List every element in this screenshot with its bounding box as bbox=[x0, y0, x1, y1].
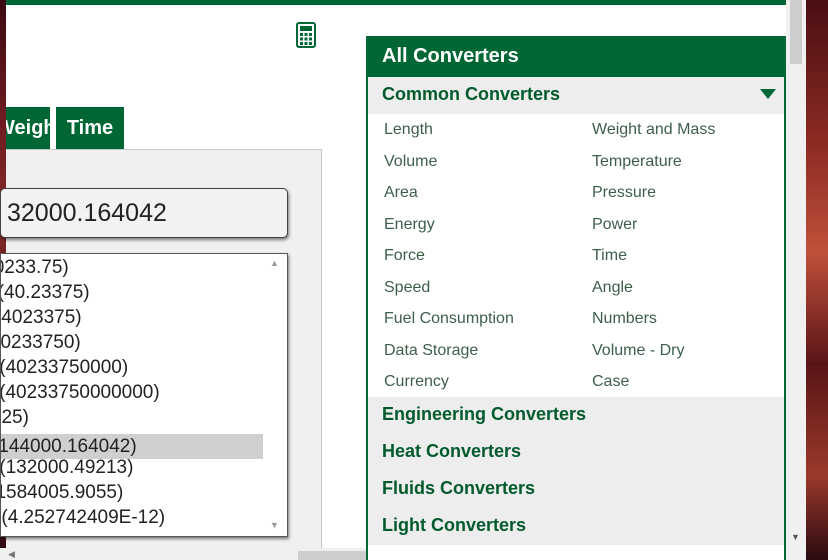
calculator-icon[interactable] bbox=[296, 22, 316, 48]
converter-link-force[interactable]: Force bbox=[384, 247, 425, 265]
converter-link-angle[interactable]: Angle bbox=[592, 279, 633, 297]
tab-time-label: Time bbox=[66, 117, 114, 139]
converter-link-pressure[interactable]: Pressure bbox=[592, 184, 656, 202]
list-item[interactable]: micrometer (40233750000) bbox=[1, 355, 157, 380]
chevron-down-icon[interactable] bbox=[760, 89, 776, 99]
converter-link-power[interactable]: Power bbox=[592, 216, 637, 234]
tab-weight[interactable]: Weight bbox=[6, 107, 50, 149]
background-right bbox=[806, 0, 828, 560]
engineering-converters-header[interactable]: Engineering Converters bbox=[368, 397, 784, 434]
vertical-scrollbar[interactable] bbox=[786, 0, 806, 560]
heat-converters-header[interactable]: Heat Converters bbox=[368, 434, 784, 471]
common-converters-list: Length Volume Area Energy Force Speed Fu… bbox=[368, 114, 784, 397]
list-item[interactable]: millimeter (40233750) bbox=[1, 330, 155, 355]
list-item[interactable]: inch (1584005.9055) bbox=[1, 480, 207, 505]
list-item[interactable]: centimeter (4023375) bbox=[1, 305, 159, 330]
converter-link-fuel-consumption[interactable]: Fuel Consumption bbox=[384, 310, 514, 328]
list-item[interactable]: meter (40233.75) bbox=[1, 255, 181, 280]
converter-link-temperature[interactable]: Temperature bbox=[592, 153, 682, 171]
converter-link-volume-dry[interactable]: Volume - Dry bbox=[592, 342, 684, 360]
list-item[interactable]: light year (4.252742409E-12) bbox=[1, 505, 177, 530]
list-item[interactable]: mile (25) bbox=[1, 405, 213, 430]
list-item[interactable]: yard (132000.49213) bbox=[1, 455, 215, 480]
light-converters-header[interactable]: Light Converters bbox=[368, 508, 784, 545]
list-item[interactable]: nanometer (40233750000000) bbox=[1, 380, 161, 405]
converter-link-area[interactable]: Area bbox=[384, 184, 418, 202]
fluids-converters-header[interactable]: Fluids Converters bbox=[368, 471, 784, 508]
vertical-scroll-thumb[interactable] bbox=[790, 0, 802, 64]
converter-link-speed[interactable]: Speed bbox=[384, 279, 430, 297]
list-item[interactable]: decimeter (40.23375) bbox=[1, 280, 167, 305]
list-scroll-up-icon[interactable]: ▲ bbox=[270, 258, 279, 268]
converter-link-data-storage[interactable]: Data Storage bbox=[384, 342, 478, 360]
tab-weight-label: Weight bbox=[6, 117, 50, 139]
result-value: 32000.164042 bbox=[7, 199, 167, 227]
converter-link-currency[interactable]: Currency bbox=[384, 373, 449, 391]
common-converters-header[interactable]: Common Converters bbox=[368, 77, 784, 114]
converter-link-length[interactable]: Length bbox=[384, 121, 433, 139]
converter-link-time[interactable]: Time bbox=[592, 247, 627, 265]
scroll-left-icon[interactable]: ◀ bbox=[8, 549, 15, 560]
converter-link-volume[interactable]: Volume bbox=[384, 153, 437, 171]
scroll-down-icon[interactable]: ▼ bbox=[791, 532, 800, 542]
list-scroll-down-icon[interactable]: ▼ bbox=[270, 520, 279, 530]
converter-link-energy[interactable]: Energy bbox=[384, 216, 435, 234]
converter-link-case[interactable]: Case bbox=[592, 373, 629, 391]
converter-link-weight-and-mass[interactable]: Weight and Mass bbox=[592, 121, 715, 139]
tab-time[interactable]: Time bbox=[56, 107, 124, 149]
all-converters-title: All Converters bbox=[366, 36, 786, 77]
result-field[interactable]: 32000.164042 bbox=[0, 188, 288, 238]
unit-list[interactable]: meter (40233.75) decimeter (40.23375) ce… bbox=[0, 253, 288, 537]
converter-link-numbers[interactable]: Numbers bbox=[592, 310, 657, 328]
top-accent-bar bbox=[6, 0, 786, 5]
